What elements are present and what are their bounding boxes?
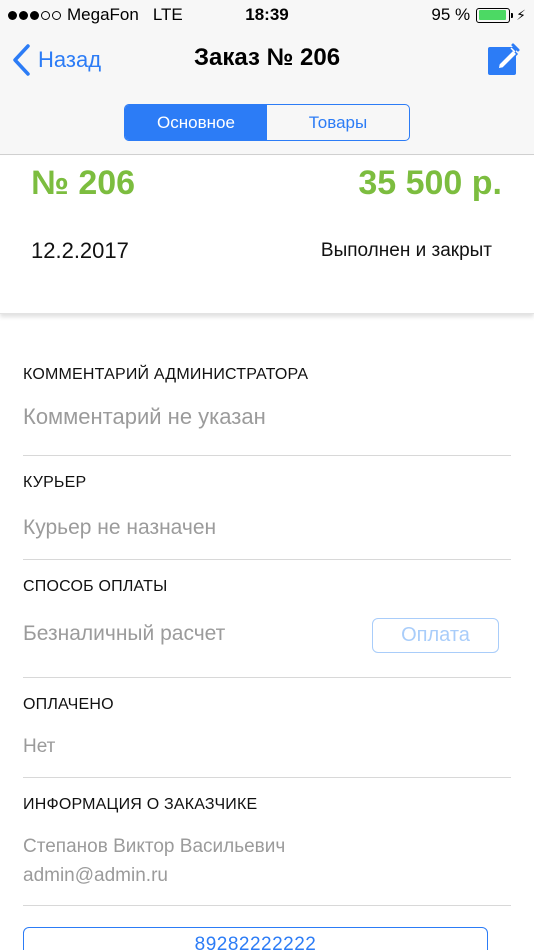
- back-label: Назад: [38, 47, 102, 72]
- courier-section: КУРЬЕР Курьер не назначен: [23, 456, 511, 560]
- order-summary-card: № 206 35 500 р. 12.2.2017 Выполнен и зак…: [0, 156, 534, 314]
- payment-method-value: Безналичный расчет: [23, 622, 226, 645]
- pay-button[interactable]: Оплата: [372, 618, 499, 653]
- paid-label: ОПЛАЧЕНО: [23, 696, 114, 713]
- customer-name: Степанов Виктор Васильевич: [23, 836, 286, 857]
- back-button[interactable]: Назад: [10, 42, 101, 78]
- tab-main[interactable]: Основное: [125, 105, 267, 140]
- edit-icon: [488, 43, 520, 75]
- battery-percent: 95 %: [431, 5, 471, 24]
- battery-icon: [476, 7, 514, 23]
- paid-section: ОПЛАЧЕНО Нет: [23, 678, 511, 778]
- order-date: 12.2.2017: [31, 238, 129, 263]
- call-phone-button[interactable]: 89282222222: [23, 927, 488, 950]
- navigation-bar: Назад Заказ № 206 Основное Товары: [0, 30, 534, 155]
- status-bar: MegaFon LTE 18:39 95 % ⚡: [0, 0, 534, 30]
- battery-fill: [478, 10, 507, 20]
- order-status: Выполнен и закрыт: [320, 240, 492, 261]
- courier-value: Курьер не назначен: [23, 516, 217, 539]
- courier-label: КУРЬЕР: [23, 474, 87, 491]
- admin-comment-section: КОММЕНТАРИЙ АДМИНИСТРАТОРА Комментарий н…: [23, 330, 511, 456]
- tab-products[interactable]: Товары: [267, 105, 409, 140]
- order-details: КОММЕНТАРИЙ АДМИНИСТРАТОРА Комментарий н…: [0, 330, 534, 906]
- admin-comment-value: Комментарий не указан: [23, 404, 266, 429]
- status-right: 95 % ⚡: [431, 5, 526, 25]
- segmented-control: Основное Товары: [124, 104, 410, 141]
- admin-comment-label: КОММЕНТАРИЙ АДМИНИСТРАТОРА: [23, 366, 309, 383]
- payment-method-section: СПОСОБ ОПЛАТЫ Безналичный расчет Оплата: [23, 560, 511, 678]
- paid-value: Нет: [23, 736, 56, 757]
- customer-info-section: ИНФОРМАЦИЯ О ЗАКАЗЧИКЕ Степанов Виктор В…: [23, 778, 511, 906]
- order-number: № 206: [31, 164, 136, 202]
- payment-method-label: СПОСОБ ОПЛАТЫ: [23, 578, 168, 595]
- charging-bolt-icon: ⚡: [516, 6, 526, 23]
- order-total: 35 500 р.: [358, 164, 502, 202]
- customer-info-label: ИНФОРМАЦИЯ О ЗАКАЗЧИКЕ: [23, 796, 258, 813]
- chevron-left-icon: [13, 44, 30, 76]
- customer-email: admin@admin.ru: [23, 865, 168, 886]
- edit-button[interactable]: [487, 42, 521, 76]
